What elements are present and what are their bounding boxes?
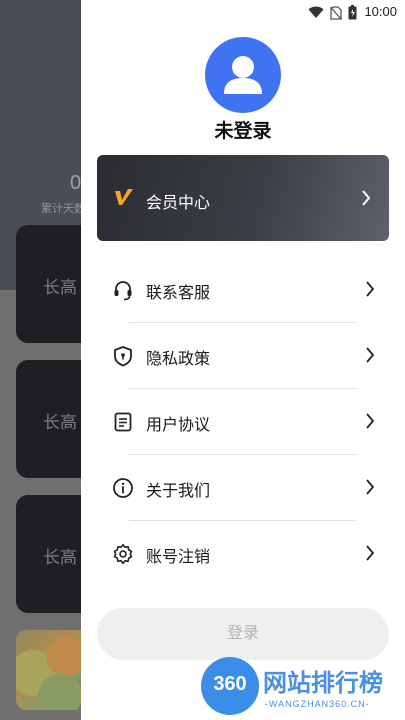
watermark-title: 网站排行榜 (263, 669, 383, 697)
chevron-right-icon (366, 479, 375, 495)
background-card[interactable]: 长高 (16, 225, 82, 343)
avatar[interactable] (205, 37, 281, 113)
user-icon (224, 56, 262, 94)
document-icon (114, 412, 132, 432)
watermark-logo: 360 (201, 657, 259, 715)
login-button[interactable]: 登录 (97, 608, 389, 660)
status-bar: 10:00 (81, 0, 405, 24)
menu-item-about-us[interactable]: 关于我们 (97, 458, 389, 518)
no-sim-icon (330, 5, 342, 20)
vip-center-card[interactable]: 会员中心 (97, 155, 389, 241)
chevron-right-icon (366, 413, 375, 429)
menu-item-user-agreement[interactable]: 用户协议 (97, 392, 389, 452)
chevron-right-icon (366, 545, 375, 561)
background-card-title: 长高 (43, 548, 77, 568)
wifi-icon (308, 6, 324, 18)
watermark-url: -WANGZHAN360.CN- (265, 699, 370, 709)
menu-item-account-deletion[interactable]: 账号注销 (97, 524, 389, 584)
background-fruit-image (16, 630, 82, 710)
watermark: 360 网站排行榜 -WANGZHAN360.CN- (123, 655, 405, 720)
menu-item-privacy-policy[interactable]: 隐私政策 (97, 326, 389, 386)
background-card-title: 长高 (43, 413, 77, 433)
watermark-logo-text: 360 (213, 673, 247, 695)
divider (129, 322, 357, 323)
menu-item-label: 账号注销 (146, 547, 211, 566)
menu-item-label: 联系客服 (146, 283, 211, 302)
background-stat-value: 0 (70, 172, 82, 194)
chevron-right-icon (362, 190, 371, 206)
gear-icon (113, 544, 133, 564)
status-icons (308, 5, 357, 20)
chevron-right-icon (366, 347, 375, 363)
menu-item-label: 关于我们 (146, 481, 211, 500)
side-drawer: 10:00 未登录 会员中心 联系客服 隐私政策 用户协议 关于我们 账号注销 … (81, 0, 405, 720)
background-card[interactable]: 长高 (16, 360, 82, 478)
background-stat-label: 累计天数 (41, 202, 81, 215)
vip-center-label: 会员中心 (146, 193, 211, 212)
info-icon (113, 478, 133, 498)
divider (129, 520, 357, 521)
chevron-right-icon (366, 281, 375, 297)
menu-item-contact-service[interactable]: 联系客服 (97, 260, 389, 320)
divider (129, 388, 357, 389)
menu-item-label: 用户协议 (146, 415, 211, 434)
shield-icon (114, 346, 132, 367)
vip-logo-icon (115, 189, 133, 205)
background-card[interactable]: 长高 (16, 495, 82, 613)
menu-item-label: 隐私政策 (146, 349, 211, 368)
headset-icon (114, 281, 132, 301)
battery-icon (348, 5, 357, 20)
username[interactable]: 未登录 (81, 116, 405, 143)
divider (129, 454, 357, 455)
status-time: 10:00 (364, 4, 397, 19)
background-card-title: 长高 (43, 278, 77, 298)
